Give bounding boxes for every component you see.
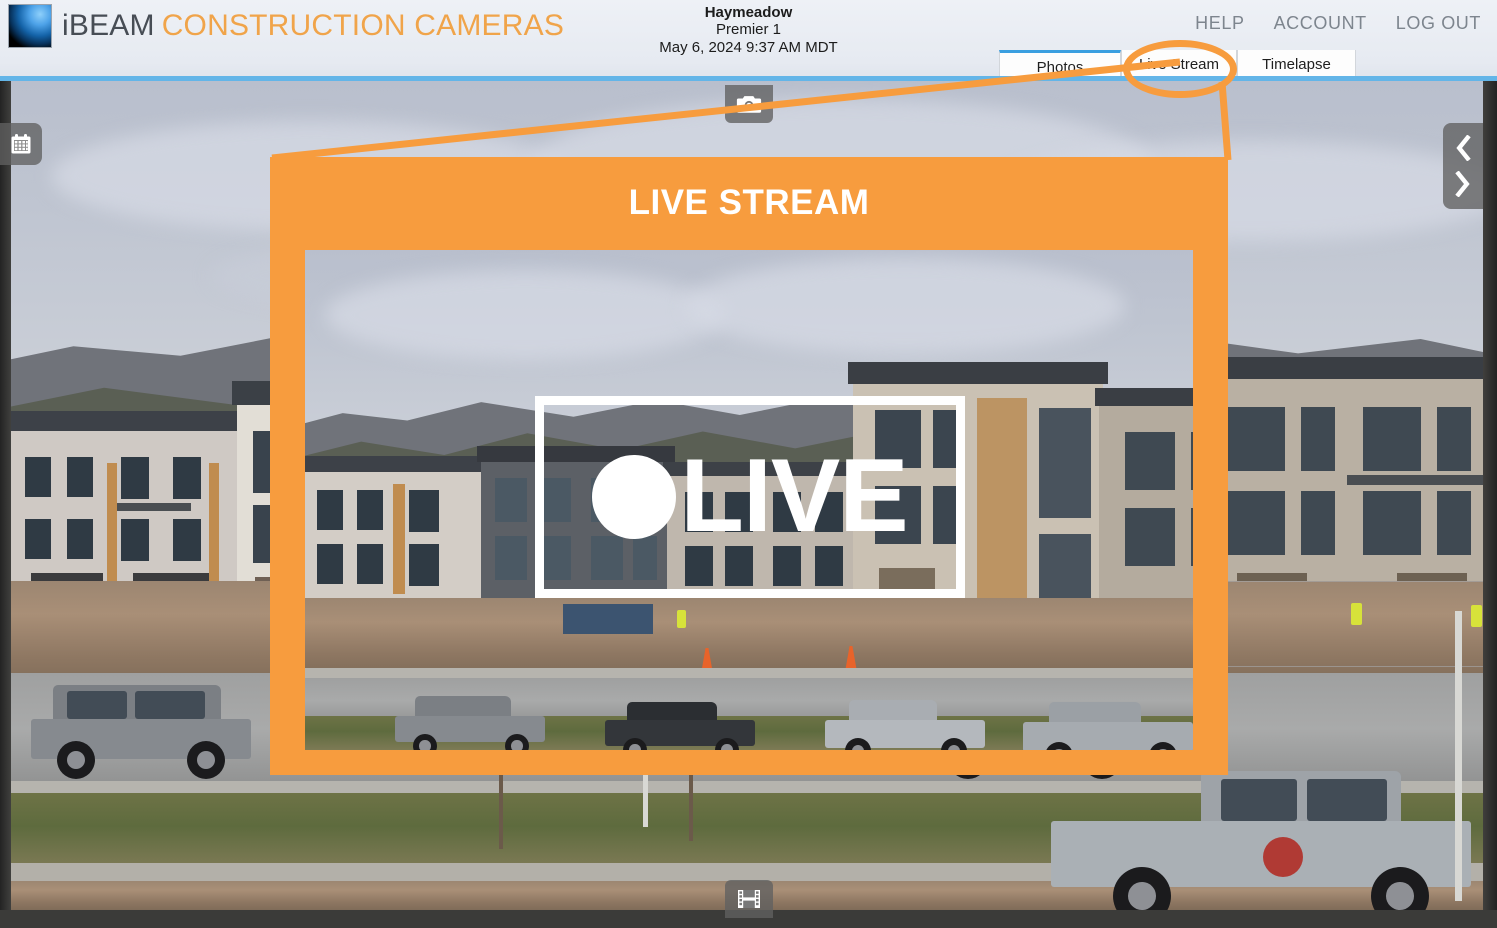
chevron-left-icon[interactable] — [1454, 135, 1472, 161]
live-record-dot-icon — [592, 455, 677, 539]
brand-wordmark: iBEAM CONSTRUCTION CAMERAS — [62, 9, 564, 43]
top-navigation: HELP ACCOUNT LOG OUT — [1195, 13, 1481, 34]
ibeam-construction-cameras-app: iBEAM CONSTRUCTION CAMERAS Haymeadow Prem… — [0, 0, 1497, 928]
viewer-right-letterbox — [1483, 81, 1497, 928]
timelapse-video-button[interactable] — [725, 880, 773, 918]
live-badge-label: LIVE — [680, 438, 908, 555]
brand-secondary-text: CONSTRUCTION CAMERAS — [161, 9, 565, 42]
chevron-right-icon[interactable] — [1454, 171, 1472, 197]
nav-link-log-out[interactable]: LOG OUT — [1396, 13, 1481, 34]
brand-primary-text: iBEAM — [62, 9, 155, 42]
nav-link-account[interactable]: ACCOUNT — [1274, 13, 1367, 34]
camera-button[interactable] — [725, 85, 773, 123]
photo-navigation-controls — [1443, 123, 1483, 209]
header-accent-rule — [0, 76, 1497, 81]
film-strip-icon — [738, 890, 760, 908]
live-stream-preview[interactable]: LIVE — [305, 250, 1193, 750]
app-header: iBEAM CONSTRUCTION CAMERAS Haymeadow Prem… — [0, 0, 1497, 81]
calendar-icon — [11, 134, 31, 154]
live-badge: LIVE — [535, 396, 965, 598]
ibeam-sphere-logo-icon — [8, 4, 52, 48]
callout-title: LIVE STREAM — [628, 183, 870, 222]
calendar-button[interactable] — [0, 123, 42, 165]
nav-link-help[interactable]: HELP — [1195, 13, 1244, 34]
live-stream-callout: LIVE STREAM LIVE — [270, 157, 1228, 775]
brand: iBEAM CONSTRUCTION CAMERAS — [8, 4, 564, 48]
camera-icon — [736, 96, 762, 113]
viewer-left-letterbox — [0, 81, 11, 928]
